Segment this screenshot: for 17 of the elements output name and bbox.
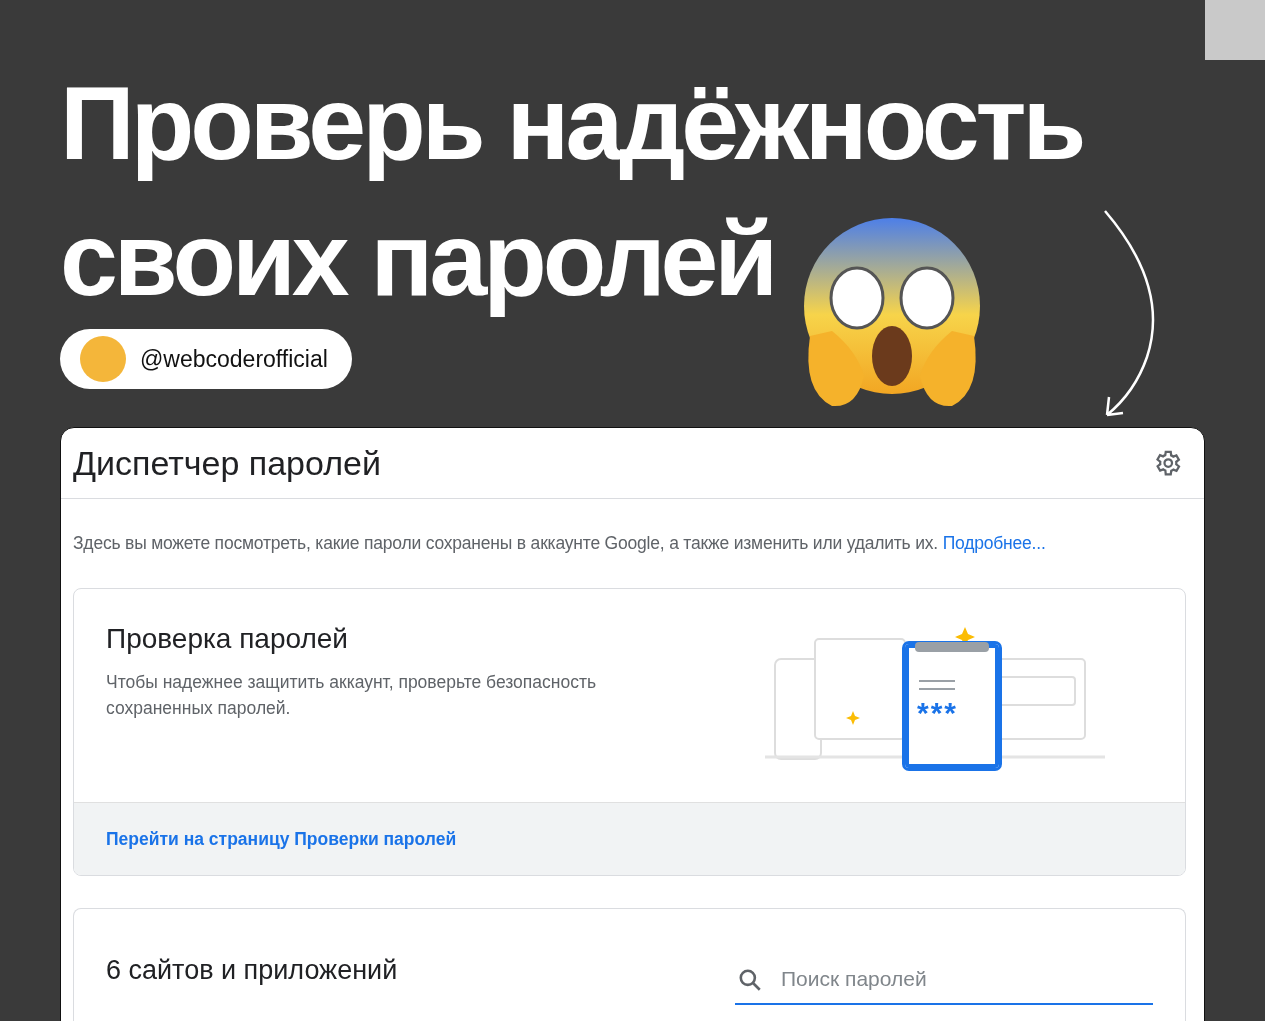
avatar-icon (80, 336, 126, 382)
description-text: Здесь вы можете посмотреть, какие пароли сохранены в аккаунте Google, а также изменить или удалить их. (73, 533, 938, 553)
handle-text: @webcoderofficial (140, 345, 328, 373)
headline: своих паролей (60, 200, 775, 319)
card-title: Проверка паролей (106, 623, 349, 655)
masked-password-text: *** (917, 696, 959, 730)
headline: Проверь надёжность (60, 64, 1083, 183)
corner-block (1205, 0, 1265, 60)
clipboard-clip-icon (915, 642, 989, 652)
search-field[interactable]: Поиск паролей (735, 955, 1153, 1005)
panel-title: Диспетчер паролей (73, 443, 381, 483)
text-lines-icon (919, 680, 955, 690)
password-check-link[interactable]: Перейти на страницу Проверки паролей (106, 828, 457, 850)
card-text: Чтобы надежнее защитить аккаунт, проверьте безопасность сохраненных паролей. (106, 671, 598, 720)
sites-count-title: 6 сайтов и приложений (106, 955, 398, 986)
search-icon (737, 967, 763, 993)
learn-more-link[interactable]: Подробнее... (942, 533, 1046, 553)
